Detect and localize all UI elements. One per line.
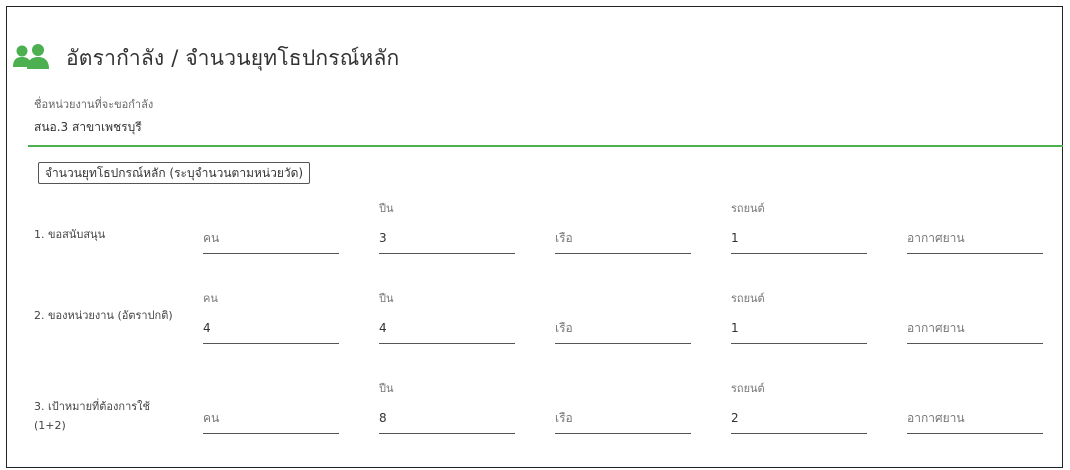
guns-input[interactable] <box>379 403 515 434</box>
guns-input[interactable] <box>379 313 515 344</box>
guns-input[interactable] <box>379 223 515 254</box>
unit-name-label: ชื่อหน่วยงานที่จะขอกำลัง <box>34 98 154 111</box>
row-label-target: 3. เป้าหมายที่ต้องการใช้ (1+2) <box>34 400 150 432</box>
personnel-input[interactable] <box>203 313 339 344</box>
equipment-section-button[interactable]: จำนวนยุทโธปกรณ์หลัก (ระบุจำนวนตามหน่วยวั… <box>38 162 311 184</box>
unit-name-field[interactable]: สนอ.3 สาขาเพชรบุรี <box>34 118 142 137</box>
aircraft-input[interactable] <box>907 403 1043 434</box>
boats-input[interactable] <box>555 223 691 254</box>
users-icon <box>12 43 52 73</box>
aircraft-input[interactable] <box>907 223 1043 254</box>
row-label-support: 1. ขอสนับสนุน <box>34 228 106 241</box>
field-label: รถยนต์ <box>731 292 765 305</box>
field-label: คน <box>203 292 218 305</box>
personnel-input[interactable] <box>203 223 339 254</box>
page-title: อัตรากำลัง / จำนวนยุทโธปกรณ์หลัก <box>66 45 400 70</box>
unit-field-underline <box>28 145 1063 147</box>
row-label-unit-normal: 2. ของหน่วยงาน (อัตราปกติ) <box>34 309 173 322</box>
boats-input[interactable] <box>555 403 691 434</box>
field-label: รถยนต์ <box>731 202 765 215</box>
vehicles-input[interactable] <box>731 223 867 254</box>
field-label: ปืน <box>379 382 394 395</box>
vehicles-input[interactable] <box>731 403 867 434</box>
vehicles-input[interactable] <box>731 313 867 344</box>
personnel-input[interactable] <box>203 403 339 434</box>
aircraft-input[interactable] <box>907 313 1043 344</box>
field-label: ปืน <box>379 202 394 215</box>
field-label: ปืน <box>379 292 394 305</box>
field-label: รถยนต์ <box>731 382 765 395</box>
boats-input[interactable] <box>555 313 691 344</box>
page-header: อัตรากำลัง / จำนวนยุทโธปกรณ์หลัก <box>12 38 399 78</box>
